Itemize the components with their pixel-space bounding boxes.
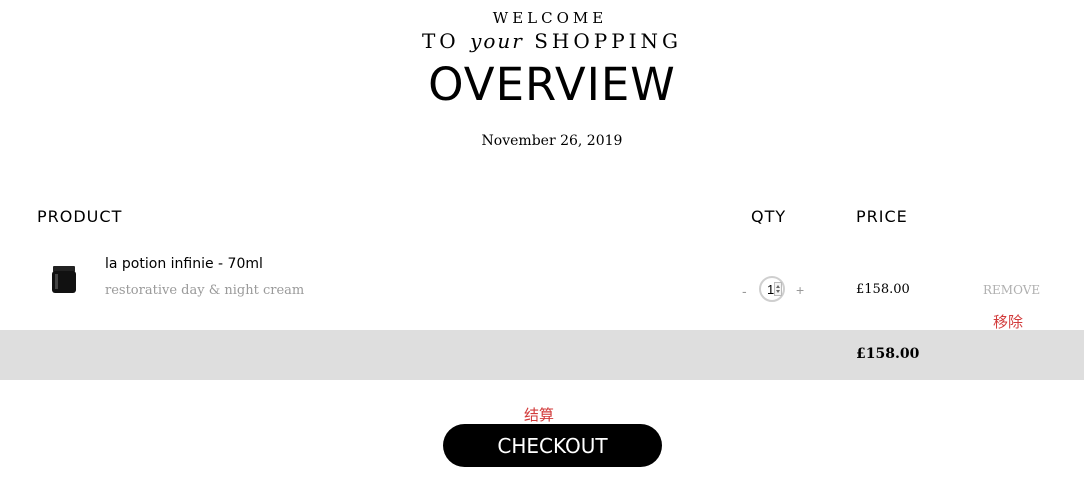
- checkout-button[interactable]: CHECKOUT: [443, 424, 662, 467]
- subheading-your: your: [470, 29, 524, 53]
- product-name[interactable]: la potion infinie - 70ml: [105, 256, 263, 272]
- order-date: November 26, 2019: [481, 133, 623, 149]
- checkout-annotation: 结算: [524, 407, 555, 424]
- item-price: £158.00: [856, 282, 910, 297]
- qty-increase-button[interactable]: +: [796, 282, 804, 298]
- subheading: TO your SHOPPING: [0, 29, 1084, 53]
- column-header-price: PRICE: [856, 207, 908, 226]
- column-header-qty: QTY: [751, 207, 787, 226]
- spin-up-icon[interactable]: [776, 285, 780, 288]
- product-description: restorative day & night cream: [105, 283, 305, 298]
- remove-annotation: 移除: [993, 314, 1024, 331]
- subheading-to: TO: [421, 29, 460, 53]
- remove-button[interactable]: REMOVE: [983, 283, 1040, 297]
- spin-arrows-icon[interactable]: [774, 282, 782, 296]
- quantity-stepper[interactable]: 1: [759, 276, 785, 302]
- column-header-product: PRODUCT: [37, 207, 123, 226]
- order-total: £158.00: [856, 346, 920, 362]
- subheading-shopping: SHOPPING: [534, 29, 683, 53]
- total-bar: [0, 330, 1084, 380]
- product-jar-image: [52, 266, 76, 293]
- page-title: OVERVIEW: [428, 58, 676, 111]
- spin-down-icon[interactable]: [776, 290, 780, 293]
- qty-decrease-button[interactable]: -: [742, 283, 747, 299]
- welcome-heading: WELCOME: [492, 9, 608, 27]
